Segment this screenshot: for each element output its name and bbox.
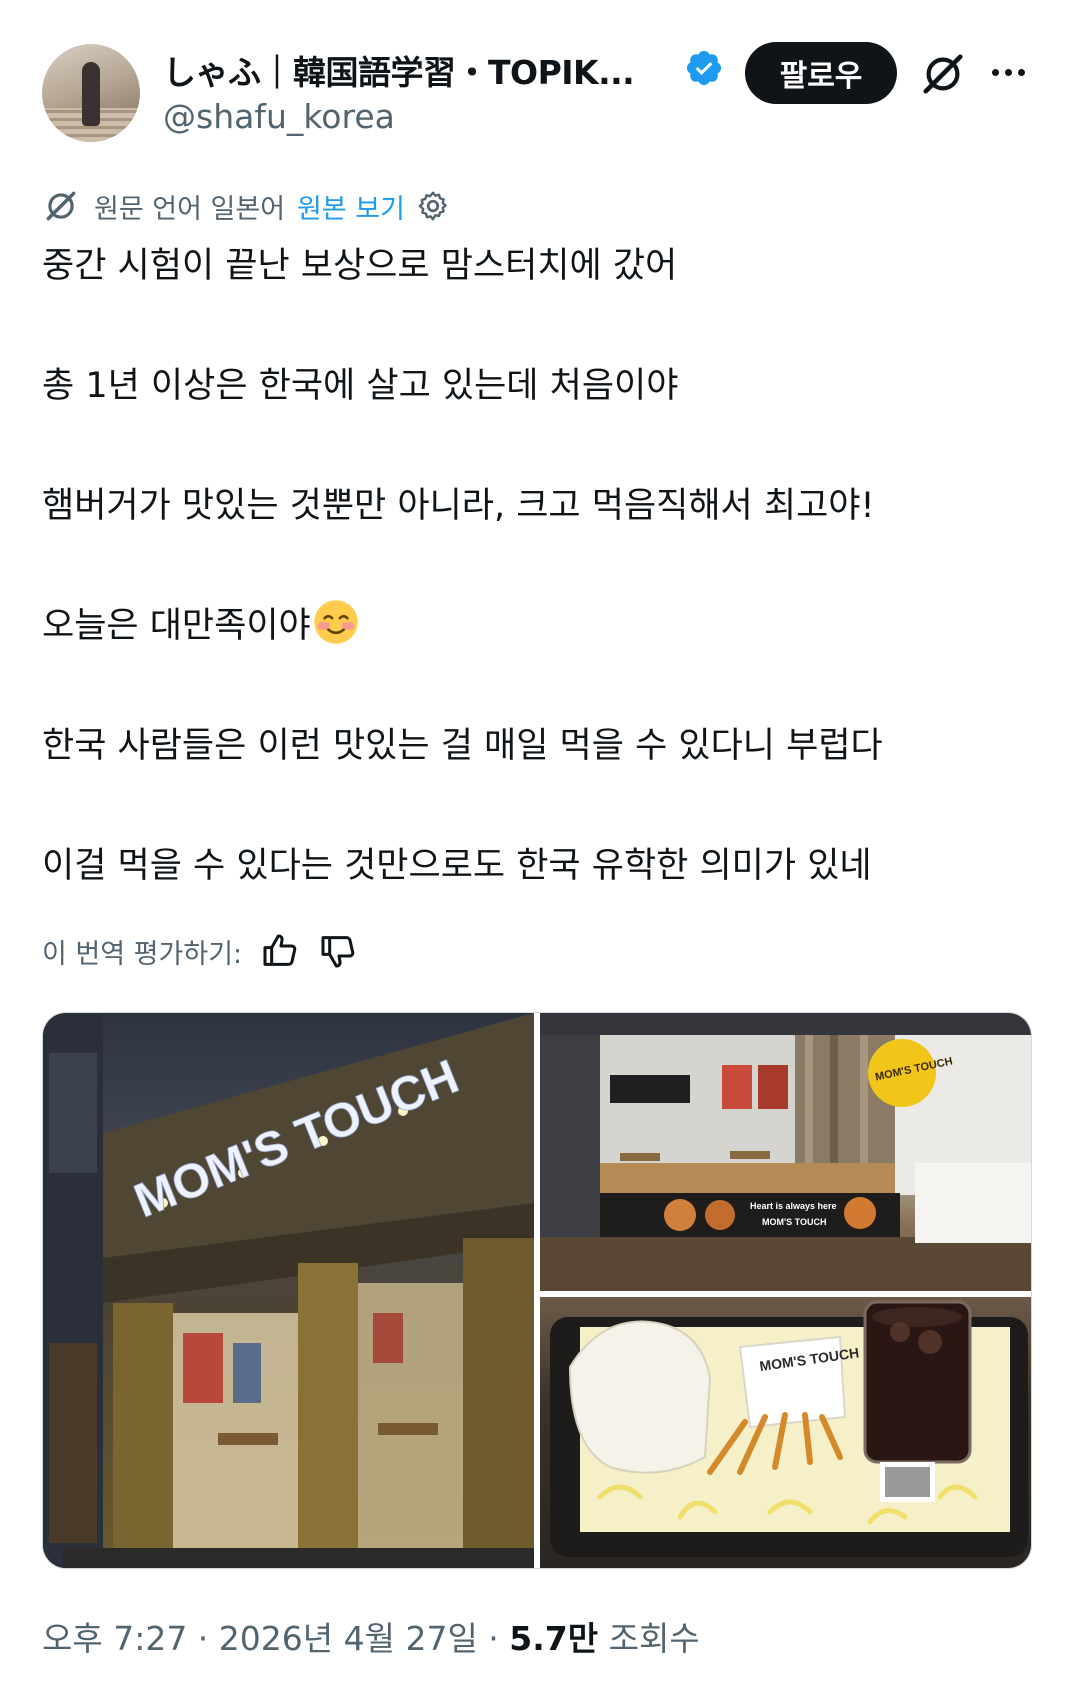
photo-interior[interactable]: MOM'S TOUCH Heart is always here MOM'S T…: [540, 1013, 1031, 1291]
tweet-meta: 오후 7:27 · 2026년 4월 27일 · 5.7만 조회수: [42, 1612, 700, 1660]
translation-source-label: 원문 언어 일본어: [94, 193, 286, 225]
banner-text: Heart is always here: [750, 1201, 837, 1211]
gear-icon[interactable]: [415, 188, 451, 224]
store-front-illustration: MOM'S TOUCH: [43, 1013, 534, 1568]
language-icon: [46, 191, 76, 221]
rate-translation-label: 이 번역 평가하기:: [42, 938, 243, 970]
avatar[interactable]: [42, 44, 140, 142]
photo-meal-tray[interactable]: MOM'S TOUCH: [540, 1297, 1031, 1568]
views-count: 5.7만: [509, 1619, 599, 1658]
handle[interactable]: @shafu_korea: [163, 97, 395, 136]
grok-icon[interactable]: [920, 51, 966, 97]
rate-translation-row: 이 번역 평가하기:: [42, 928, 358, 974]
tweet-paragraph-with-emoji: 오늘은 대만족이야: [42, 596, 1042, 656]
meal-tray-illustration: MOM'S TOUCH: [550, 1300, 1028, 1557]
interior-illustration: MOM'S TOUCH Heart is always here MOM'S T…: [540, 1013, 1031, 1291]
follow-button[interactable]: 팔로우: [745, 42, 897, 104]
photo-store-front[interactable]: MOM'S TOUCH: [43, 1013, 534, 1568]
timestamp[interactable]: 오후 7:27 · 2026년 4월 27일 ·: [42, 1619, 509, 1658]
tweet-paragraph: 오늘은 대만족이야: [42, 606, 311, 646]
media-grid: MOM'S TOUCH MOM'S TOUCH Heart is always …: [42, 1012, 1032, 1569]
display-name[interactable]: しゃふ｜韓国語学習・TOPIK...: [163, 46, 635, 94]
tweet-text: 중간 시험이 끝난 보상으로 맘스터치에 갔어 총 1년 이상은 한국에 살고 …: [42, 236, 1042, 896]
tweet-paragraph: 이걸 먹을 수 있다는 것만으로도 한국 유학한 의미가 있네: [42, 846, 872, 886]
show-original-link[interactable]: 원본 보기: [297, 187, 405, 226]
tweet-paragraph: 중간 시험이 끝난 보상으로 맘스터치에 갔어: [42, 246, 678, 286]
tweet-paragraph: 총 1년 이상은 한국에 살고 있는데 처음이야: [42, 366, 679, 406]
thumbs-down-icon[interactable]: [318, 931, 358, 971]
views-label: 조회수: [598, 1619, 700, 1658]
more-icon[interactable]: [986, 50, 1030, 94]
tweet-paragraph: 한국 사람들은 이런 맛있는 걸 매일 먹을 수 있다니 부럽다: [42, 726, 883, 766]
smiling-face-emoji: [314, 600, 358, 644]
banner-brand-text: MOM'S TOUCH: [762, 1217, 826, 1227]
avatar-person: [82, 62, 100, 126]
tweet-paragraph: 햄버거가 맛있는 것뿐만 아니라, 크고 먹음직해서 최고야!: [42, 486, 875, 526]
thumbs-up-icon[interactable]: [260, 931, 300, 971]
translation-notice-row: 원문 언어 일본어 원본 보기: [42, 186, 451, 226]
verified-badge-icon: [686, 50, 722, 86]
